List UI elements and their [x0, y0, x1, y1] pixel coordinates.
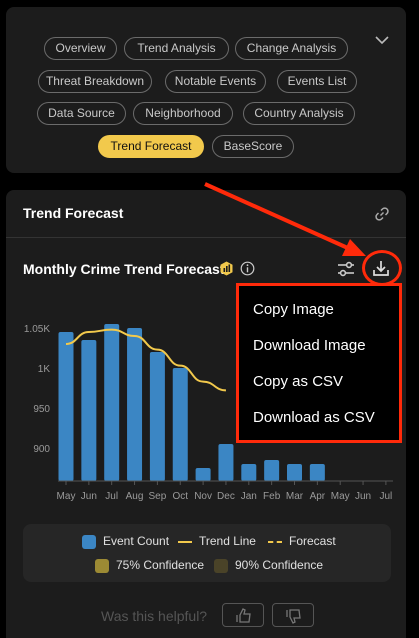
legend-event-count[interactable]: Event Count [82, 534, 169, 549]
legend-label: Trend Line [199, 534, 256, 548]
legend-conf90-swatch [214, 558, 228, 573]
tab-basescore[interactable]: BaseScore [212, 135, 294, 158]
legend-forecast[interactable]: Forecast [268, 534, 336, 548]
sliders-icon[interactable] [336, 259, 356, 279]
feedback-prompt: Was this helpful? [101, 608, 208, 624]
tab-trend-forecast[interactable]: Trend Forecast [98, 135, 204, 158]
tab-trend-analysis[interactable]: Trend Analysis [124, 37, 229, 60]
menu-download-image[interactable]: Download Image [253, 337, 366, 354]
premium-badge-icon [220, 261, 233, 276]
export-menu: Copy Image Download Image Copy as CSV Do… [236, 283, 402, 443]
section-title: Trend Forecast [23, 205, 124, 221]
legend-dashed-swatch [268, 540, 282, 543]
legend-label: Event Count [103, 534, 170, 548]
legend-label: 90% Confidence [235, 558, 324, 572]
thumbs-up-button[interactable] [222, 603, 264, 627]
menu-copy-csv[interactable]: Copy as CSV [253, 373, 343, 390]
menu-download-csv[interactable]: Download as CSV [253, 409, 375, 426]
chevron-down-icon[interactable] [373, 31, 391, 49]
legend-conf90[interactable]: 90% Confidence [214, 558, 323, 573]
thumbs-up-icon [236, 608, 251, 623]
tab-overview[interactable]: Overview [44, 37, 117, 60]
legend-bar-swatch [82, 534, 96, 549]
tab-change-analysis[interactable]: Change Analysis [235, 37, 348, 60]
legend-conf75-swatch [95, 558, 109, 573]
legend-label: Forecast [289, 534, 336, 548]
link-icon[interactable] [374, 206, 390, 222]
download-icon[interactable] [371, 258, 391, 278]
legend-line-swatch [178, 540, 192, 543]
menu-copy-image[interactable]: Copy Image [253, 301, 334, 318]
tab-threat-breakdown[interactable]: Threat Breakdown [38, 70, 152, 93]
tab-data-source[interactable]: Data Source [37, 102, 126, 125]
divider [6, 237, 406, 238]
chart-title: Monthly Crime Trend Forecast [23, 261, 225, 277]
legend-label: 75% Confidence [116, 558, 205, 572]
chart-legend: Event Count Trend Line Forecast 75% Conf… [23, 524, 391, 582]
legend-trend-line[interactable]: Trend Line [178, 534, 256, 548]
thumbs-down-button[interactable] [272, 603, 314, 627]
info-icon[interactable] [240, 261, 255, 276]
tab-notable-events[interactable]: Notable Events [165, 70, 266, 93]
tab-country-analysis[interactable]: Country Analysis [243, 102, 355, 125]
thumbs-down-icon [286, 609, 301, 624]
tab-events-list[interactable]: Events List [277, 70, 357, 93]
tab-neighborhood[interactable]: Neighborhood [133, 102, 233, 125]
legend-conf75[interactable]: 75% Confidence [95, 558, 204, 573]
